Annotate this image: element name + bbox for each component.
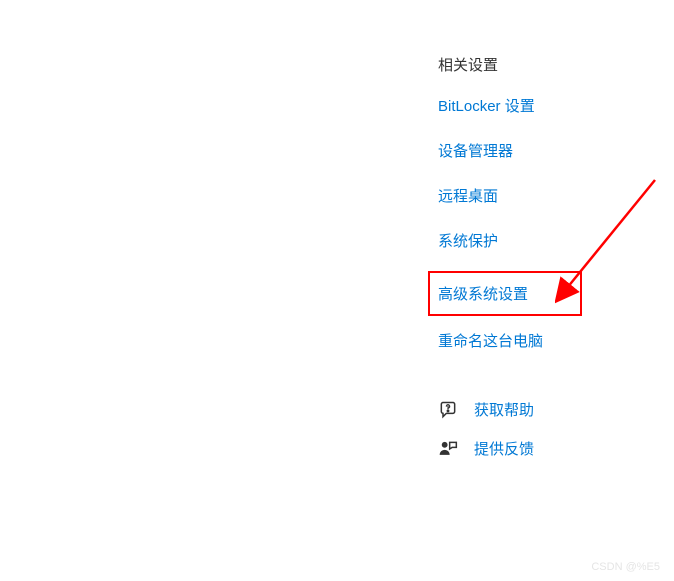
related-settings-panel: 相关设置 BitLocker 设置 设备管理器 远程桌面 系统保护 高级系统设置… [438, 54, 564, 477]
give-feedback-link[interactable]: 提供反馈 [438, 438, 564, 459]
give-feedback-label: 提供反馈 [474, 438, 534, 459]
link-device-manager[interactable]: 设备管理器 [438, 140, 564, 161]
chat-question-icon [438, 400, 458, 420]
link-advanced-system-settings[interactable]: 高级系统设置 [428, 271, 582, 316]
link-rename-pc[interactable]: 重命名这台电脑 [438, 330, 564, 351]
feedback-icon [438, 439, 458, 459]
get-help-label: 获取帮助 [474, 399, 534, 420]
link-remote-desktop[interactable]: 远程桌面 [438, 185, 564, 206]
get-help-link[interactable]: 获取帮助 [438, 399, 564, 420]
help-section: 获取帮助 提供反馈 [438, 399, 564, 459]
link-system-protection[interactable]: 系统保护 [438, 230, 564, 251]
related-settings-title: 相关设置 [438, 54, 564, 75]
watermark: CSDN @%E5 [591, 561, 660, 573]
link-bitlocker-settings[interactable]: BitLocker 设置 [438, 95, 564, 116]
